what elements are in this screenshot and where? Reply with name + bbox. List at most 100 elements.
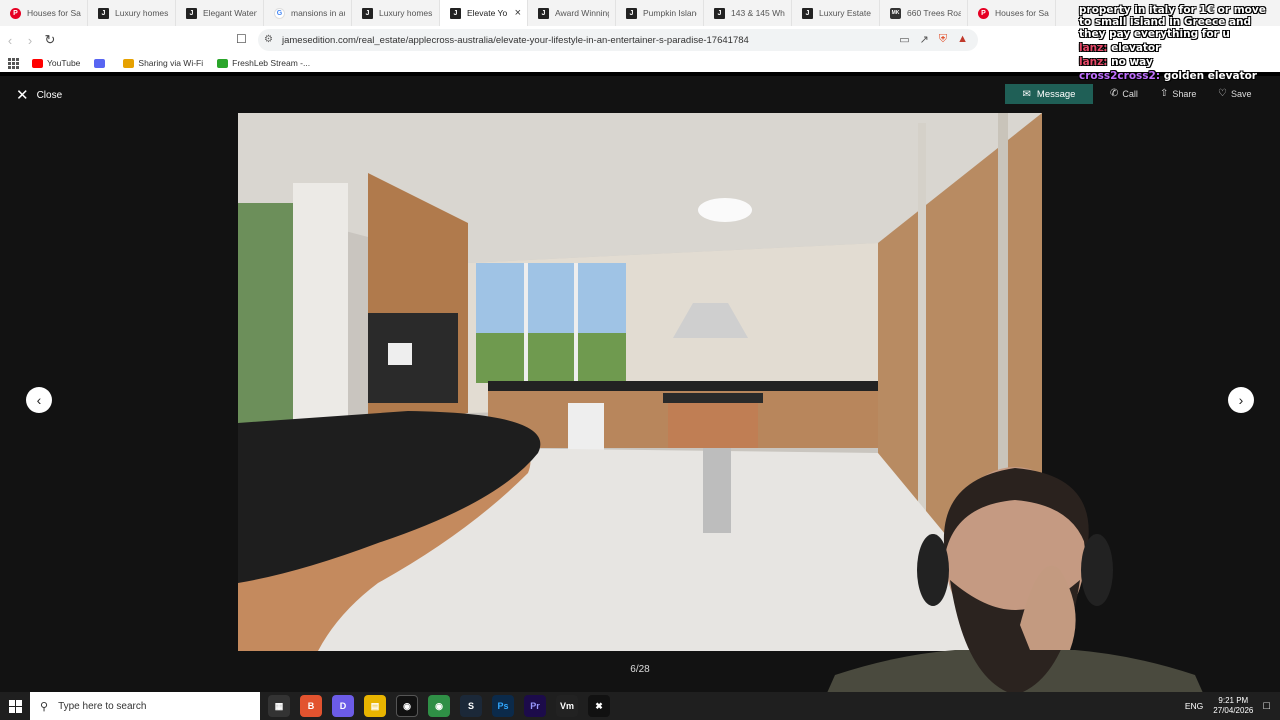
share-button[interactable]: ⇧ Share	[1160, 88, 1196, 99]
apps-icon[interactable]	[8, 58, 19, 69]
bookmark-label: FreshLeb Stream -...	[232, 58, 311, 68]
forward-icon[interactable]: ›	[20, 33, 40, 48]
install-app-icon[interactable]: ▭	[899, 33, 909, 46]
start-button[interactable]	[0, 692, 30, 720]
tab-title: Luxury Estate V	[819, 8, 873, 18]
chat-message: lanz: no way	[1079, 56, 1279, 68]
taskbar-search[interactable]: ⚲ Type here to search	[30, 692, 260, 720]
mk-icon: MK	[890, 7, 901, 19]
language-indicator[interactable]: ENG	[1185, 701, 1203, 711]
clock-time: 9:21 PM	[1218, 696, 1249, 705]
jamesedition-icon: J	[802, 7, 813, 19]
browser-tab[interactable]: J Award Winning	[528, 0, 616, 26]
mail-icon: ✉	[1022, 88, 1031, 100]
chat-text: no way	[1111, 56, 1153, 68]
jamesedition-icon: J	[538, 7, 549, 19]
chat-username: lanz:	[1079, 56, 1108, 68]
tab-title: Luxury homes f	[115, 8, 169, 18]
tab-title: Elegant Waterfr	[203, 8, 257, 18]
stream-chat: property in italy for 1€ or move to smal…	[1079, 4, 1279, 84]
browser-tab[interactable]: Gmansions in au	[264, 0, 352, 26]
pinterest-icon: P	[978, 7, 989, 19]
call-button[interactable]: ✆ Call	[1110, 88, 1138, 99]
file-explorer-icon[interactable]: ▤	[364, 695, 386, 717]
chevron-right-icon: ›	[1238, 392, 1244, 408]
browser-tab[interactable]: J Luxury homes f	[88, 0, 176, 26]
screen: P Houses for Sale J Luxury homes f J Elegant …	[0, 0, 1280, 720]
webcam-overlay	[815, 467, 1215, 720]
jamesedition-icon: J	[98, 7, 109, 19]
url-text: jamesedition.com/real_estate/applecross-…	[282, 34, 749, 46]
photoshop-icon[interactable]: Ps	[492, 695, 514, 717]
bookmark-item[interactable]: YouTube	[32, 58, 80, 68]
tab-title: 660 Trees Road	[907, 8, 961, 18]
browser-tab[interactable]: MK 660 Trees Road	[880, 0, 968, 26]
browser-tab[interactable]: J 143 & 145 Whi	[704, 0, 792, 26]
chrome-icon[interactable]: ◉	[428, 695, 450, 717]
chat-text: elevator	[1111, 42, 1161, 54]
tab-title: Elevate Yo	[467, 8, 508, 18]
search-icon: ⚲	[40, 700, 49, 713]
browser-tab[interactable]: P Houses for Sale	[0, 0, 88, 26]
system-tray: ENG 9:21 PM 27/04/2026 □	[1185, 692, 1280, 720]
task-view-icon[interactable]: ▦	[268, 695, 290, 717]
google-icon: G	[274, 7, 285, 19]
message-button[interactable]: ✉ Message	[1005, 84, 1093, 104]
tab-title: 143 & 145 Whi	[731, 8, 785, 18]
clock[interactable]: 9:21 PM 27/04/2026	[1213, 696, 1253, 716]
browser-tab[interactable]: J Luxury Estate V	[792, 0, 880, 26]
site-info-icon[interactable]: ⚙	[264, 34, 273, 45]
chevron-left-icon: ‹	[36, 392, 42, 408]
bookmark-item[interactable]: Sharing via Wi-Fi	[123, 58, 203, 68]
pinterest-icon: P	[10, 7, 21, 19]
brave-browser-icon[interactable]: B	[300, 695, 322, 717]
jamesedition-icon: J	[626, 7, 637, 19]
browser-tab[interactable]: P Houses for Sale	[968, 0, 1056, 26]
close-icon: ✕	[16, 87, 29, 104]
chat-text: property in italy for 1€ or move to smal…	[1079, 4, 1266, 40]
next-photo-button[interactable]: ›	[1228, 387, 1254, 413]
close-tab-icon[interactable]: ×	[515, 7, 521, 19]
reload-icon[interactable]: ↻	[40, 32, 60, 48]
bookmark-item[interactable]: FreshLeb Stream -...	[217, 58, 310, 68]
jamesedition-icon: J	[186, 7, 197, 19]
capcut-icon[interactable]: ✖	[588, 695, 610, 717]
browser-tab[interactable]: J Elegant Waterfr	[176, 0, 264, 26]
browser-tab[interactable]: J Pumpkin Island	[616, 0, 704, 26]
browser-tab[interactable]: J Elevate Yo ×	[440, 0, 528, 26]
notifications-icon[interactable]: □	[1263, 700, 1270, 712]
bookmark-icon[interactable]: ☐	[236, 32, 247, 46]
jamesedition-icon: J	[450, 7, 461, 19]
steam-icon[interactable]: S	[460, 695, 482, 717]
tab-title: Houses for Sale	[995, 8, 1049, 18]
chat-text: golden elevator	[1163, 70, 1257, 82]
tab-title: Luxury homes f	[379, 8, 433, 18]
brave-shield-icon[interactable]: ⛨	[939, 33, 947, 46]
premiere-icon[interactable]: Pr	[524, 695, 546, 717]
heart-icon: ♡	[1218, 88, 1227, 99]
tab-title: Houses for Sale	[27, 8, 81, 18]
obs-icon[interactable]: ◉	[396, 695, 418, 717]
back-icon[interactable]: ‹	[0, 33, 20, 48]
close-button[interactable]: ✕ Close	[16, 86, 62, 104]
brave-rewards-icon[interactable]: ▲	[957, 33, 968, 46]
freshleb-icon	[217, 58, 229, 68]
bookmark-item[interactable]	[94, 58, 109, 68]
chat-message: property in italy for 1€ or move to smal…	[1079, 4, 1279, 40]
discord-app-icon[interactable]: D	[332, 695, 354, 717]
close-label: Close	[36, 89, 63, 101]
vm-icon[interactable]: Vm	[556, 695, 578, 717]
discord-icon	[94, 58, 106, 68]
warning-icon	[123, 58, 135, 68]
share-label: Share	[1172, 88, 1197, 99]
save-button[interactable]: ♡ Save	[1218, 88, 1251, 99]
browser-tab[interactable]: J Luxury homes f	[352, 0, 440, 26]
bookmark-label: Sharing via Wi-Fi	[138, 58, 204, 68]
share-page-icon[interactable]: ↗	[920, 33, 929, 46]
tab-title: Award Winning	[555, 8, 609, 18]
chat-message: cross2cross2: golden elevator	[1079, 70, 1279, 82]
share-icon: ⇧	[1160, 88, 1169, 99]
previous-photo-button[interactable]: ‹	[26, 387, 52, 413]
taskbar: ⚲ Type here to search ▦ B D ▤ ◉ ◉ S Ps P…	[0, 692, 1280, 720]
url-field[interactable]: ⚙ jamesedition.com/real_estate/applecros…	[258, 29, 978, 51]
